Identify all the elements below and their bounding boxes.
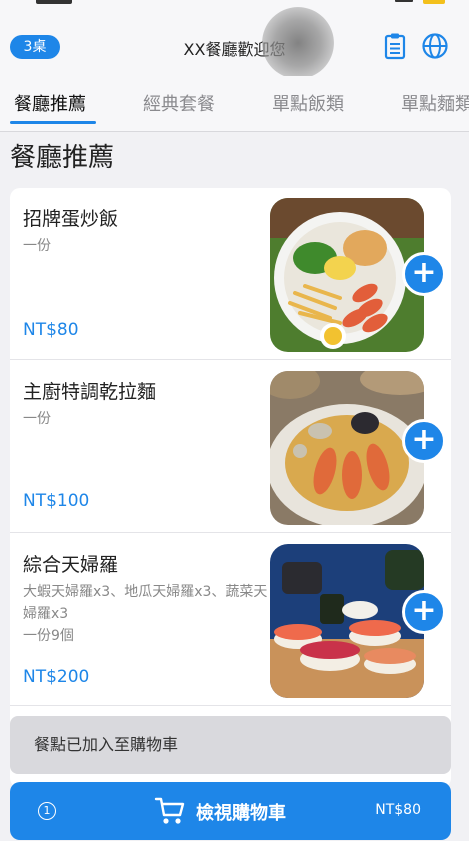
item-description: 一份	[23, 411, 51, 427]
fried-rice-photo	[270, 198, 424, 352]
tab-classic-sets[interactable]: 經典套餐	[143, 90, 215, 116]
view-cart-button[interactable]: 1 檢視購物車 NT$80	[10, 782, 451, 840]
shrimp-noodles-photo	[270, 371, 424, 525]
status-time	[36, 0, 72, 4]
touch-indicator	[262, 7, 334, 79]
category-tabs: 餐廳推薦 經典套餐 單點飯類 單點麵類	[0, 76, 469, 132]
shopping-cart-icon	[154, 797, 185, 824]
item-name: 主廚特調乾拉麵	[23, 381, 157, 403]
item-name: 綜合天婦羅	[23, 554, 119, 576]
sushi-platter-photo	[270, 544, 424, 698]
battery-icon	[423, 0, 445, 4]
added-to-cart-toast: 餐點已加入至購物車	[10, 716, 451, 774]
tab-rice[interactable]: 單點飯類	[272, 90, 344, 116]
add-to-cart-button[interactable]: +	[402, 252, 446, 296]
menu-list: 招牌蛋炒飯 一份 NT$80 + 主廚特調乾拉麵 一份 NT$100 + 綜合天…	[10, 188, 451, 788]
add-to-cart-button[interactable]: +	[402, 419, 446, 463]
tab-recommended[interactable]: 餐廳推薦	[14, 90, 86, 116]
item-name: 招牌蛋炒飯	[23, 208, 119, 230]
item-price: NT$100	[23, 491, 90, 511]
item-price: NT$200	[23, 667, 90, 687]
add-to-cart-button[interactable]: +	[402, 590, 446, 634]
item-price: NT$80	[23, 320, 79, 340]
active-tab-indicator	[10, 121, 96, 124]
language-globe-icon[interactable]	[421, 32, 449, 60]
cart-count-badge: 1	[38, 802, 56, 820]
status-bar	[0, 0, 469, 20]
item-description: 大蝦天婦羅x3、地瓜天婦羅x3、蔬菜天婦羅x3 一份9個	[23, 584, 268, 644]
signal-icon	[395, 0, 413, 2]
app-header: 3桌 XX餐廳歡迎您	[0, 20, 469, 76]
menu-item[interactable]: 綜合天婦羅 大蝦天婦羅x3、地瓜天婦羅x3、蔬菜天婦羅x3 一份9個 NT$20…	[10, 534, 451, 706]
cart-total: NT$80	[375, 802, 421, 818]
order-list-icon[interactable]	[381, 32, 409, 60]
menu-item[interactable]: 招牌蛋炒飯 一份 NT$80 +	[10, 188, 451, 360]
cart-label: 檢視購物車	[196, 803, 286, 824]
tab-noodles[interactable]: 單點麵類	[401, 90, 469, 116]
section-title: 餐廳推薦	[10, 143, 115, 173]
item-description: 一份	[23, 238, 51, 254]
menu-item[interactable]: 主廚特調乾拉麵 一份 NT$100 +	[10, 361, 451, 533]
